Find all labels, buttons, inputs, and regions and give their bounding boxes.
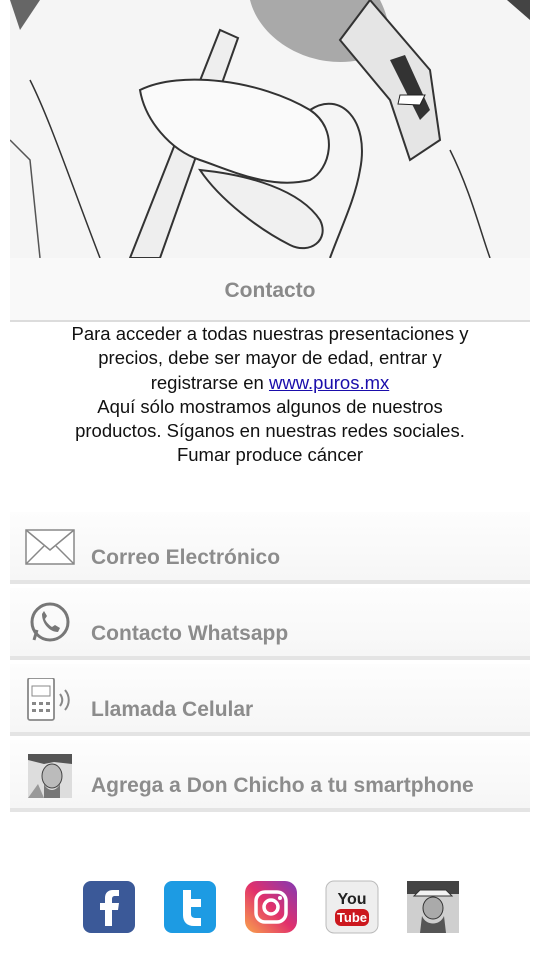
social-links: You Tube	[82, 880, 462, 936]
svg-text:You: You	[337, 891, 366, 908]
facebook-icon[interactable]	[82, 880, 136, 934]
whatsapp-icon	[24, 602, 78, 646]
phone-icon	[24, 678, 78, 722]
health-warning: Fumar produce cáncer	[176, 444, 364, 466]
envelope-icon	[24, 526, 78, 570]
puros-link[interactable]: www.puros.mx	[269, 372, 389, 393]
phone-call-button[interactable]: Llamada Celular	[10, 664, 530, 736]
instagram-icon[interactable]	[244, 880, 298, 934]
email-contact-button[interactable]: Correo Electrónico	[10, 512, 530, 584]
contact-label: Contacto Whatsapp	[91, 622, 289, 645]
svg-text:Tube: Tube	[337, 910, 367, 925]
contact-label: Correo Electrónico	[91, 546, 281, 569]
youtube-icon[interactable]: You Tube	[325, 880, 379, 934]
sketch-illustration	[10, 0, 530, 258]
notice-text-2: Aquí sólo mostramos algunos de nuestros …	[75, 395, 465, 442]
add-contact-button[interactable]: Agrega a Don Chicho a tu smartphone	[10, 740, 530, 812]
don-chicho-photo-icon[interactable]	[406, 880, 460, 934]
age-notice: Para acceder a todas nuestras presentaci…	[60, 322, 480, 468]
contact-label: Llamada Celular	[91, 698, 254, 721]
portrait-icon	[24, 754, 78, 798]
hero-sketch-image	[10, 0, 530, 258]
twitter-icon[interactable]	[163, 880, 217, 934]
contact-list: Correo Electrónico Contacto Whatsapp Lla…	[10, 512, 530, 816]
contact-label: Agrega a Don Chicho a tu smartphone	[91, 774, 474, 797]
whatsapp-contact-button[interactable]: Contacto Whatsapp	[10, 588, 530, 660]
page-title: Contacto	[10, 258, 530, 320]
